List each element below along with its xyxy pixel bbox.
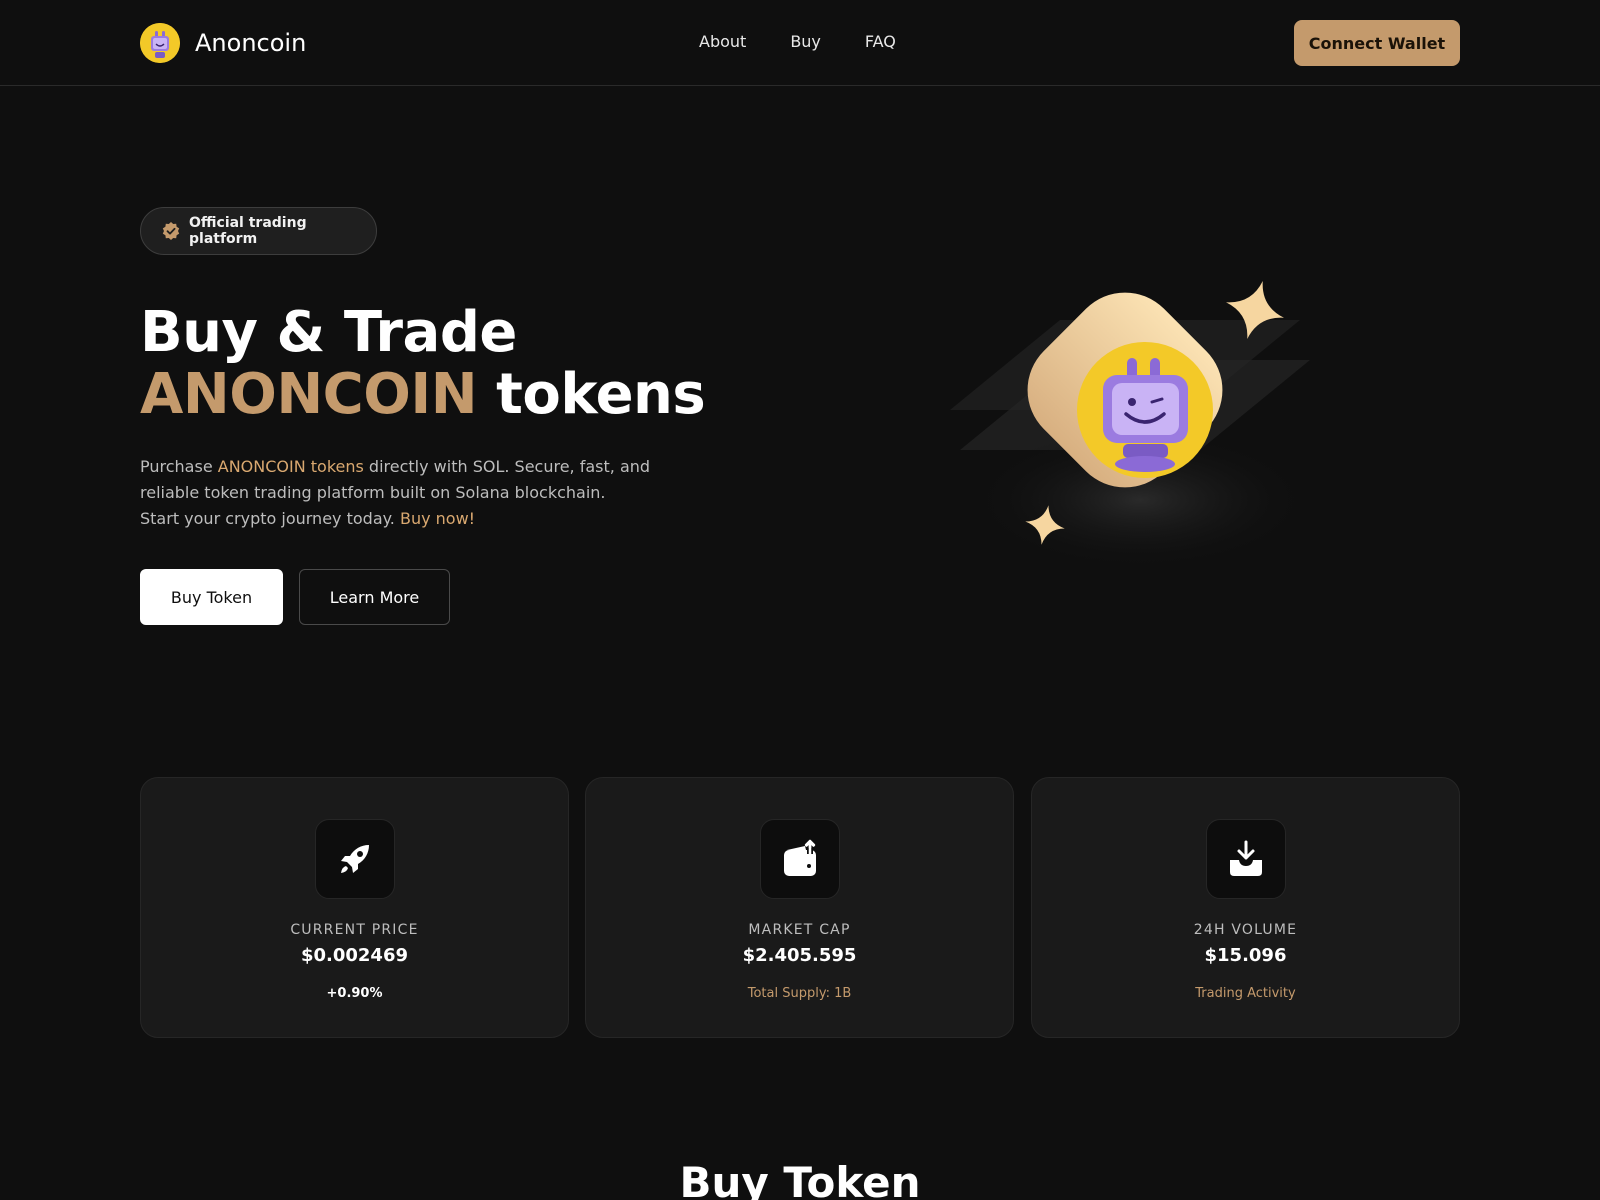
brand[interactable]: Anoncoin [140, 23, 306, 63]
hero-description: Purchase ANONCOIN tokens directly with S… [140, 454, 660, 532]
nav-link-buy[interactable]: Buy [790, 32, 821, 51]
download-icon [1206, 819, 1286, 899]
anoncoin-logo-icon [140, 23, 180, 63]
desc-text-1: Purchase [140, 457, 218, 476]
price-change: +0.90% [326, 986, 383, 1001]
stat-card-24h-volume: 24H VOLUME $15.096 Trading Activity [1031, 777, 1460, 1038]
stat-label: MARKET CAP [748, 922, 851, 938]
stat-value: $15.096 [1204, 945, 1287, 966]
top-navbar: Anoncoin About Buy FAQ Connect Wallet [0, 0, 1600, 86]
nav-link-about[interactable]: About [699, 32, 746, 51]
buy-token-section-title: Buy Token [679, 1158, 921, 1200]
stat-subtext: Total Supply: 1B [747, 986, 852, 1001]
hero-headline: Buy & Trade ANONCOIN tokens [140, 300, 706, 427]
desc-text-3: Start your crypto journey today. [140, 509, 400, 528]
stat-label: 24H VOLUME [1193, 922, 1298, 938]
hero-mascot-illustration [940, 260, 1340, 600]
learn-more-button[interactable]: Learn More [299, 569, 450, 625]
stat-subtext: Trading Activity [1195, 986, 1296, 1001]
stat-label: CURRENT PRICE [290, 922, 419, 938]
nav-link-faq[interactable]: FAQ [865, 32, 896, 51]
headline-accent: ANONCOIN [140, 362, 478, 427]
stat-card-current-price: CURRENT PRICE $0.002469 +0.90% [140, 777, 569, 1038]
headline-line1: Buy & Trade [140, 300, 517, 365]
stat-card-market-cap: MARKET CAP $2.405.595 Total Supply: 1B [585, 777, 1014, 1038]
connect-wallet-button[interactable]: Connect Wallet [1294, 20, 1460, 66]
desc-highlight-buy-now: Buy now! [399, 509, 476, 528]
wallet-icon [760, 819, 840, 899]
desc-highlight-tokens: ANONCOIN tokens [217, 457, 364, 476]
rocket-icon [315, 819, 395, 899]
official-platform-badge: Official trading platform [140, 207, 377, 255]
badge-label: Official trading platform [189, 215, 307, 247]
buy-token-button[interactable]: Buy Token [140, 569, 283, 625]
brand-name: Anoncoin [195, 29, 307, 57]
stat-value: $2.405.595 [742, 945, 857, 966]
stat-value: $0.002469 [300, 945, 409, 966]
verified-badge-icon [161, 221, 181, 241]
nav-links: About Buy FAQ [699, 32, 940, 51]
headline-rest: tokens [477, 362, 706, 427]
